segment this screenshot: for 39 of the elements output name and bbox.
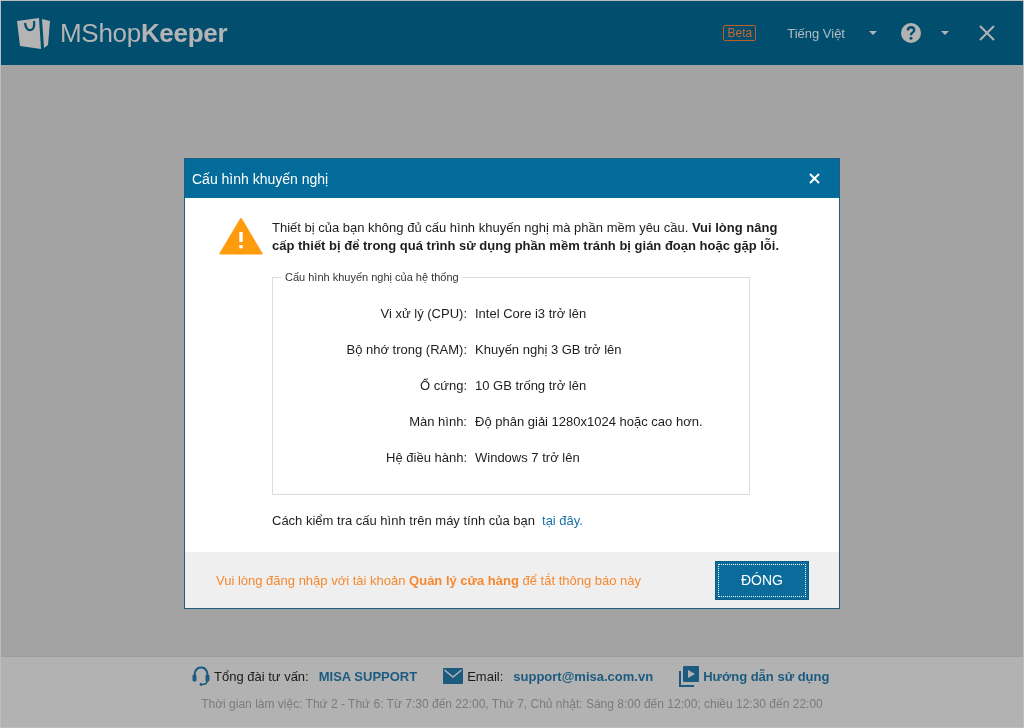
close-icon bbox=[809, 173, 820, 184]
video-guide-icon bbox=[679, 665, 700, 687]
requirement-value: Độ phân giải 1280x1024 hoặc cao hơn. bbox=[475, 413, 703, 429]
contact-value: MISA SUPPORT bbox=[318, 668, 418, 684]
help-link[interactable]: tại đây. bbox=[542, 512, 583, 530]
close-button[interactable] bbox=[979, 25, 995, 41]
requirement-value: Intel Core i3 trở lên bbox=[475, 305, 587, 321]
requirement-label: Vi xử lý (CPU): bbox=[380, 305, 467, 321]
requirement-value: Khuyến nghị 3 GB trở lên bbox=[475, 341, 622, 357]
headset-icon bbox=[192, 666, 210, 686]
requirement-label: Hệ điều hành: bbox=[386, 449, 467, 465]
help-text: Cách kiểm tra cấu hình trên máy tính của bạn bbox=[272, 512, 536, 530]
dialog-title: Cấu hình khuyến nghị bbox=[192, 170, 329, 187]
requirement-value: 10 GB trống trở lên bbox=[475, 377, 587, 393]
envelope-icon bbox=[443, 668, 464, 684]
contact-link[interactable]: Hướng dẫn sử dụng bbox=[703, 668, 830, 684]
requirement-label: Bộ nhớ trong (RAM): bbox=[346, 341, 467, 357]
requirement-value: Windows 7 trở lên bbox=[475, 449, 580, 465]
dialog-close-button[interactable] bbox=[809, 173, 820, 184]
shopping-bag-icon bbox=[17, 17, 51, 49]
warning-icon bbox=[219, 217, 263, 255]
group-legend: Cấu hình khuyến nghị của hệ thống bbox=[281, 270, 463, 284]
beta-badge: Beta bbox=[723, 25, 757, 41]
warning-message: Thiết bị của bạn không đủ cấu hình khuyến nghị mà phần mềm yêu cầu. Vui lòng nâng cấp thiết bị để trong quá trình sử dụng phần mềm tránh bị gián đoạn hoặc gặp lỗi. bbox=[272, 219, 781, 255]
contact-link[interactable]: support@misa.com.vn bbox=[513, 668, 654, 684]
contact-label: Email: bbox=[467, 668, 504, 684]
language-dropdown[interactable]: Tiếng Việt bbox=[787, 25, 877, 41]
help-icon bbox=[901, 23, 921, 43]
requirement-label: Ổ cứng: bbox=[420, 377, 467, 393]
close-dialog-button[interactable]: ĐÓNG bbox=[715, 560, 809, 600]
login-note: Vui lòng đăng nhập với tài khoản Quản lý cửa hàng để tắt thông báo này bbox=[216, 572, 642, 588]
app-logo-text: MShopKeeper bbox=[60, 17, 228, 49]
help-menu-button[interactable] bbox=[941, 31, 949, 35]
contact-label: Tổng đài tư vấn: bbox=[214, 668, 309, 684]
help-button[interactable] bbox=[901, 23, 921, 43]
caret-icon bbox=[869, 31, 877, 35]
caret-icon bbox=[941, 31, 949, 35]
requirement-label: Màn hình: bbox=[409, 413, 467, 429]
close-icon bbox=[979, 25, 995, 41]
